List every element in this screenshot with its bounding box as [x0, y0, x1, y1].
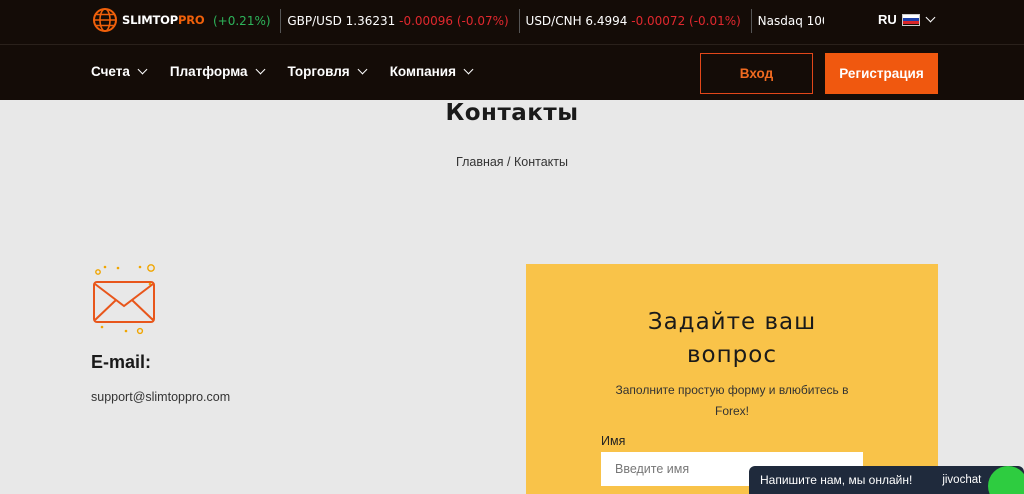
logo[interactable]: SLIMTOPPRO — [92, 7, 205, 33]
name-label: Имя — [601, 434, 626, 448]
ticker-item: USD/CNH 6.4994 -0.00072 (-0.01%) — [518, 9, 747, 33]
nav-item-trading[interactable]: Торговля — [287, 64, 368, 79]
chat-prompt: Напишите нам, мы онлайн! — [760, 473, 913, 487]
nav-item-label: Торговля — [287, 64, 350, 79]
language-selector[interactable]: RU — [878, 12, 936, 27]
chat-brand: jivochat — [942, 474, 982, 486]
page-title: Контакты — [445, 100, 579, 126]
logo-text: SLIMTOPPRO — [122, 13, 205, 27]
ticker-symbol: Nasdaq 100 — [757, 14, 824, 28]
main-nav: Счета Платформа Торговля Компания — [91, 64, 496, 79]
ticker-item: (+0.21%) — [209, 9, 277, 33]
ticker-price: 1.36231 — [345, 14, 396, 28]
chevron-down-icon — [255, 64, 265, 75]
russia-flag-icon — [901, 13, 920, 26]
email-heading: E-mail: — [91, 352, 152, 372]
question-form: Задайте ваш вопрос Заполните простую фор… — [526, 264, 938, 494]
ticker-change: -0.00072 (-0.01%) — [631, 14, 741, 28]
envelope-icon — [93, 264, 155, 335]
ticker-item: GBP/USD 1.36231 -0.00096 (-0.07%) — [280, 9, 514, 33]
ticker-price: 6.4994 — [585, 14, 628, 28]
ticker-change: -0.00096 (-0.07%) — [399, 14, 509, 28]
chevron-down-icon — [357, 64, 368, 75]
nav-item-platform[interactable]: Платформа — [169, 64, 265, 79]
nav-item-company[interactable]: Компания — [389, 64, 474, 79]
nav-item-label: Счета — [91, 64, 130, 79]
market-ticker: (+0.21%) GBP/USD 1.36231 -0.00096 (-0.07… — [209, 9, 824, 35]
globe-icon — [93, 8, 117, 32]
site-header: SLIMTOPPRO (+0.21%) GBP/USD 1.36231 -0.0… — [0, 0, 1024, 100]
header-divider — [0, 44, 1024, 45]
ticker-symbol: GBP/USD — [287, 14, 342, 28]
ticker-item: Nasdaq 100 15 — [750, 9, 824, 33]
ticker-change: (+0.21%) — [213, 14, 271, 28]
form-subtitle: Заполните простую форму и влюбитесь в Fo… — [615, 383, 849, 418]
chevron-down-icon — [925, 12, 936, 23]
nav-item-label: Платформа — [169, 64, 248, 79]
register-button[interactable]: Регистрация — [825, 53, 938, 94]
breadcrumb: Главная / Контакты — [456, 155, 568, 169]
language-code: RU — [878, 12, 897, 27]
login-button[interactable]: Вход — [700, 53, 813, 94]
ticker-symbol: USD/CNH — [525, 14, 582, 28]
form-title: Задайте ваш вопрос — [647, 309, 817, 368]
email-address[interactable]: support@slimtoppro.com — [91, 390, 230, 404]
nav-item-accounts[interactable]: Счета — [91, 64, 148, 79]
chevron-down-icon — [137, 64, 148, 75]
chat-widget[interactable]: Напишите нам, мы онлайн! jivochat — [749, 466, 1024, 494]
chevron-down-icon — [463, 64, 474, 75]
nav-item-label: Компания — [389, 64, 456, 79]
